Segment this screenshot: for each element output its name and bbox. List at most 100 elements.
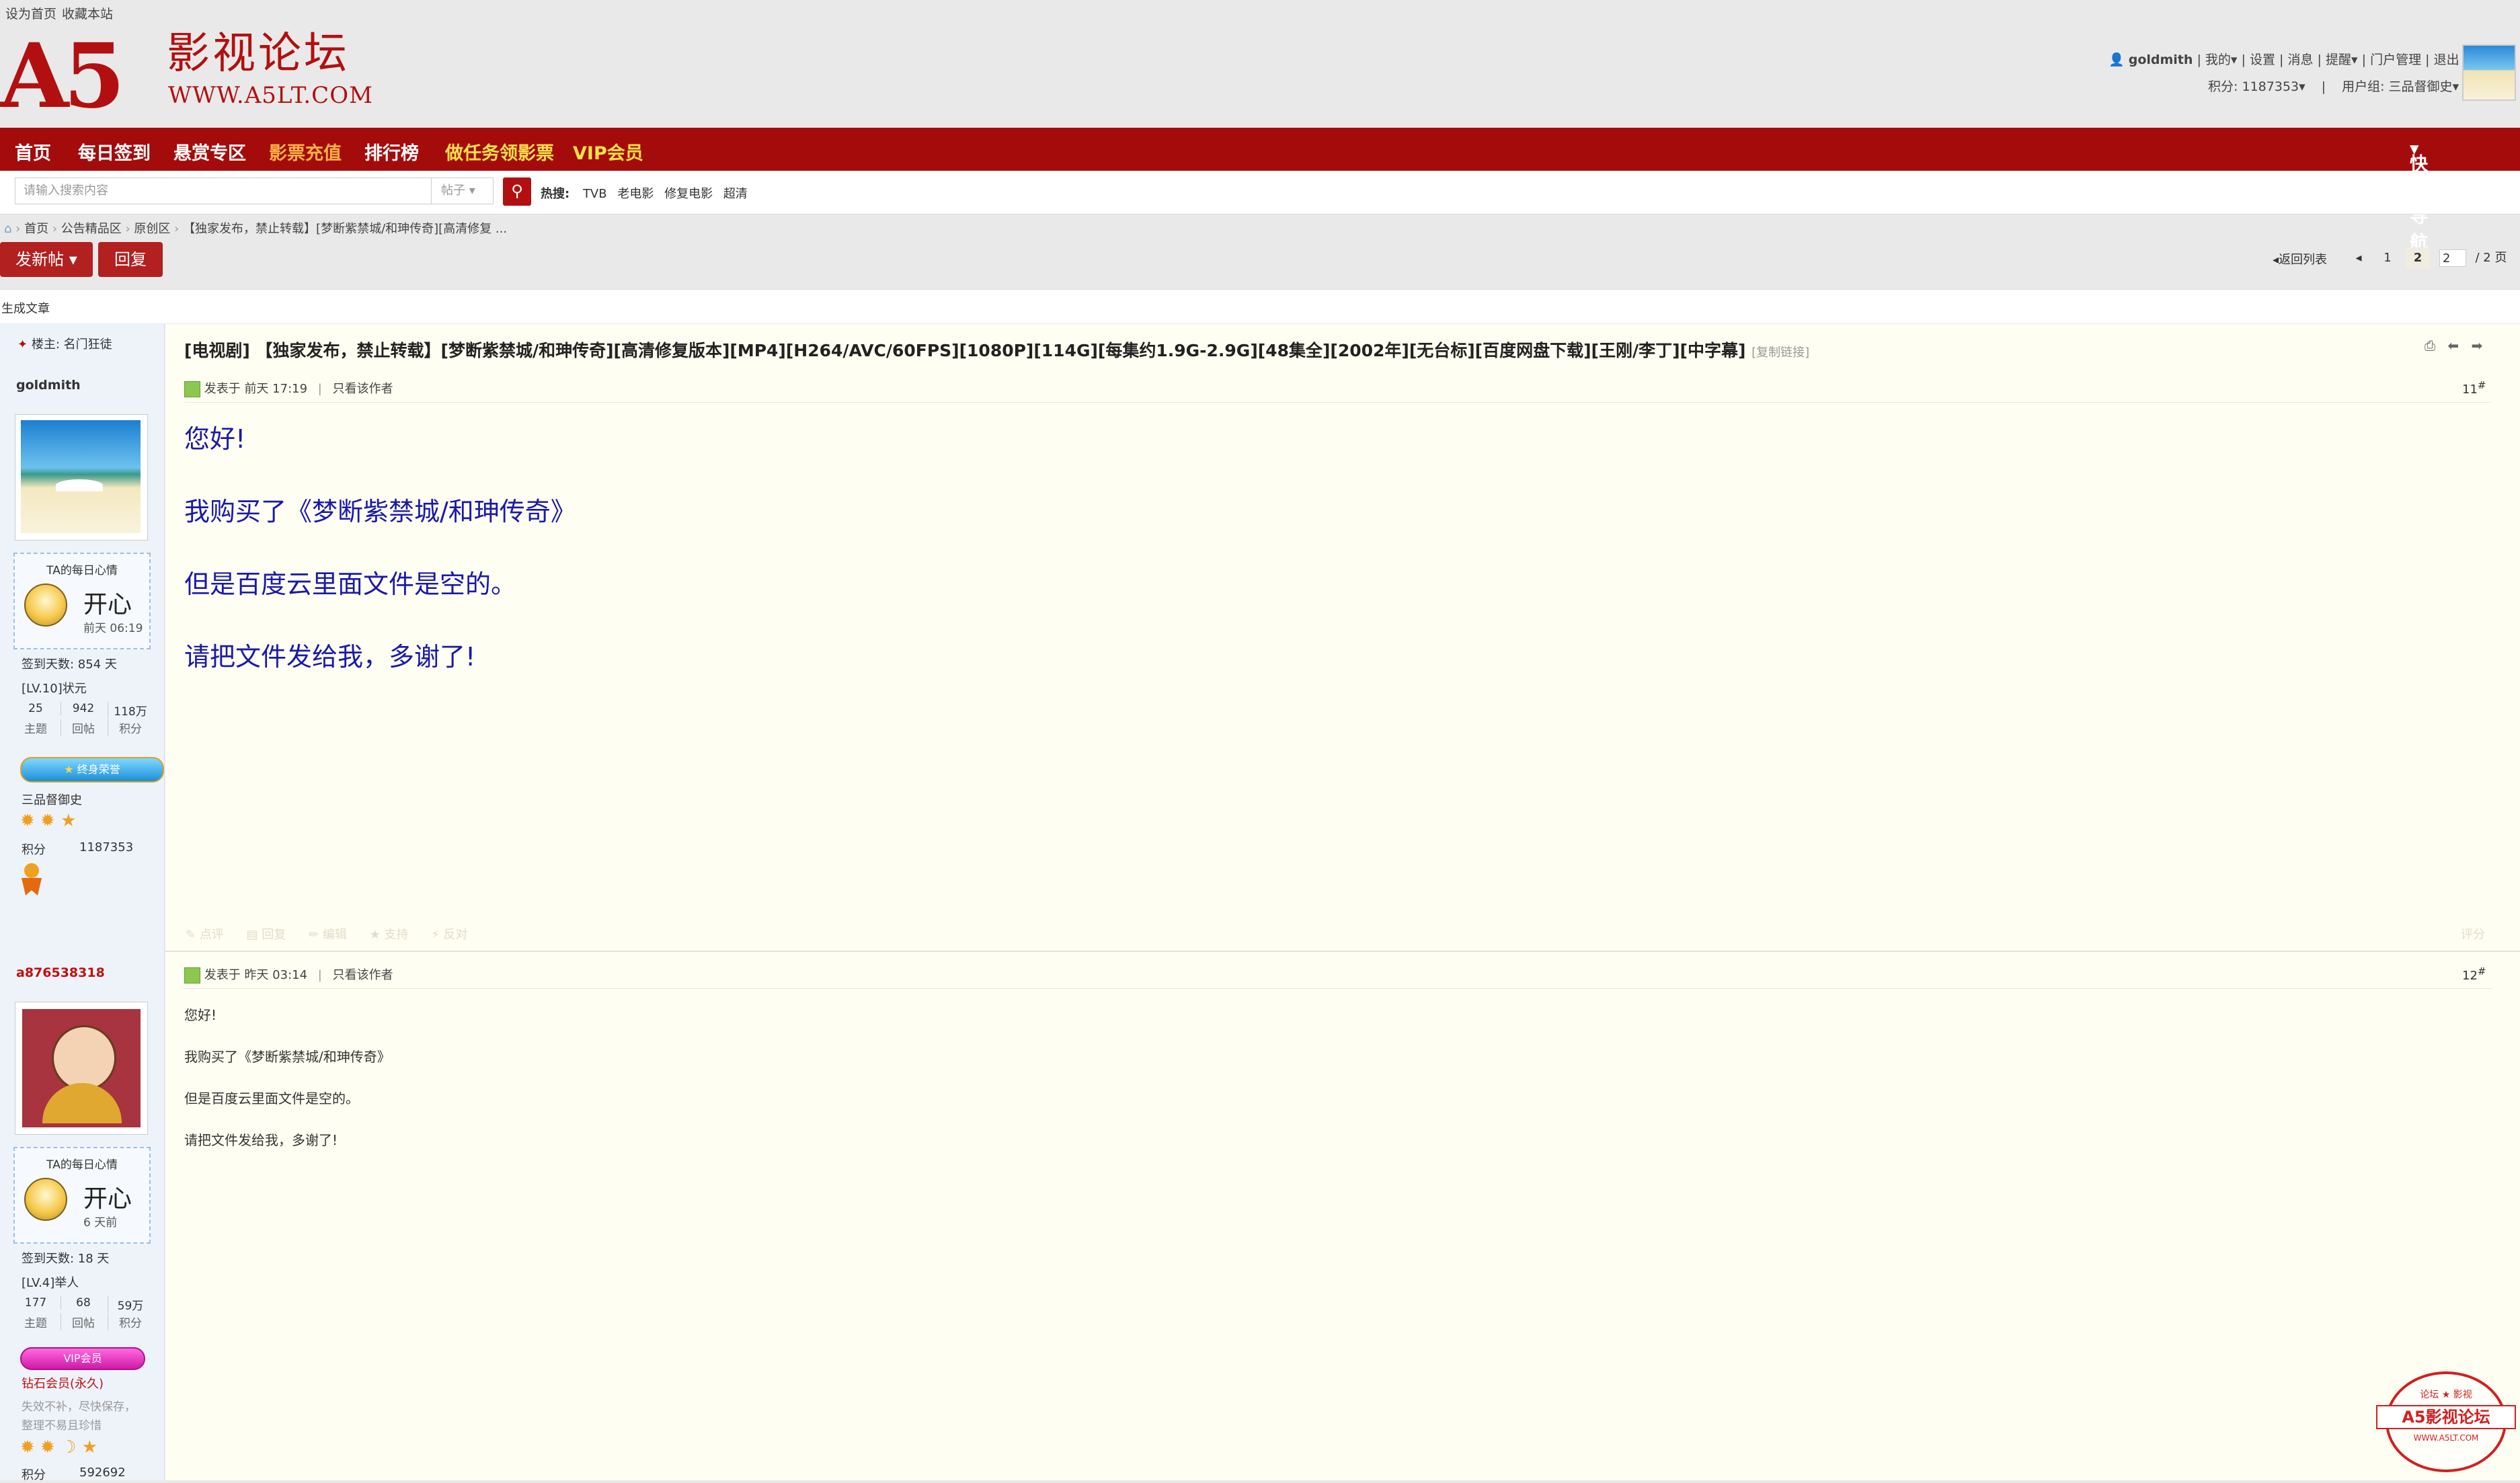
chevron-down-icon: ▾ bbox=[2299, 79, 2306, 94]
generate-article-link[interactable]: 生成文章 bbox=[1, 299, 50, 317]
mood-time: 前天 06:19 bbox=[83, 622, 143, 635]
username-link[interactable]: goldmith bbox=[2129, 52, 2193, 67]
stat-points[interactable]: 118万 bbox=[108, 702, 153, 719]
nav-item-vip[interactable]: VIP会员 bbox=[573, 138, 643, 165]
page-total: / 2 页 bbox=[2475, 251, 2507, 265]
print-icon[interactable]: ⎙ bbox=[2425, 337, 2435, 354]
nav-item-checkin[interactable]: 每日签到 bbox=[78, 138, 151, 165]
search-input[interactable]: 请输入搜索内容 bbox=[15, 177, 432, 204]
honor-badge: ★ 终身荣誉 bbox=[20, 757, 164, 783]
back-to-list-link[interactable]: ◂返回列表 bbox=[2273, 250, 2327, 268]
thread-owner: ✦ 楼主: 名门狂徒 bbox=[17, 337, 112, 352]
hot-search-item[interactable]: TVB bbox=[583, 187, 607, 201]
only-author-link[interactable]: 只看该作者 bbox=[333, 382, 393, 396]
top-utility-bar: 设为首页 收藏本站 bbox=[0, 0, 2520, 24]
stat-points[interactable]: 59万 bbox=[108, 1296, 153, 1313]
search-type-select[interactable]: 帖子 ▾ bbox=[432, 177, 494, 204]
post-floor-number[interactable]: 12# bbox=[2462, 965, 2486, 983]
breadcrumb-item[interactable]: 【独家发布，禁止转载】[梦断紫禁城/和珅传奇][高清修复 ... bbox=[183, 222, 507, 236]
logout-link[interactable]: 退出 bbox=[2434, 52, 2459, 67]
user-note: 整理不易且珍惜 bbox=[22, 1419, 102, 1433]
reply-button[interactable]: 回复 bbox=[98, 242, 163, 277]
support-action[interactable]: ★ 支持 bbox=[370, 928, 409, 942]
vip-badge: VIP会员 bbox=[20, 1347, 145, 1370]
nav-item-ticket-recharge[interactable]: 影票充值 bbox=[269, 138, 342, 165]
new-post-button[interactable]: 发新帖 ▾ bbox=[0, 242, 93, 277]
stat-threads[interactable]: 25 bbox=[13, 702, 58, 715]
remind-menu[interactable]: 提醒 bbox=[2326, 52, 2351, 67]
user-panel: 👤 goldmith | 我的▾ | 设置 | 消息 | 提醒▾ | 门户管理 … bbox=[2109, 52, 2459, 67]
portal-admin-link[interactable]: 门户管理 bbox=[2370, 52, 2421, 67]
post-line: 请把文件发给我，多谢了! bbox=[184, 642, 476, 672]
post-author-name[interactable]: goldmith bbox=[16, 378, 81, 393]
bookmark-link[interactable]: 收藏本站 bbox=[62, 4, 113, 22]
messages-link[interactable]: 消息 bbox=[2287, 52, 2313, 67]
settings-link[interactable]: 设置 bbox=[2250, 52, 2275, 67]
thread-title: [电视剧] 【独家发布，禁止转载】[梦断紫禁城/和珅传奇][高清修复版本][MP… bbox=[184, 341, 1810, 360]
site-logo[interactable]: A5 影视论坛 WWW.A5LT.COM bbox=[0, 27, 372, 121]
post-meta: 发表于 昨天 03:14 | 只看该作者 bbox=[184, 965, 393, 984]
quick-nav-menu[interactable]: 快捷导航 ▾ bbox=[2410, 138, 2428, 253]
post-actions: ✎ 点评 ▤ 回复 ✏ 编辑 ★ 支持 ⚡ 反对 bbox=[186, 925, 468, 943]
chevron-down-icon: ▾ bbox=[2351, 52, 2358, 67]
only-author-link[interactable]: 只看该作者 bbox=[333, 968, 393, 982]
post-author-name[interactable]: a876538318 bbox=[16, 965, 105, 980]
user-level: [LV.10]状元 bbox=[22, 682, 87, 696]
medal-icon[interactable] bbox=[22, 863, 42, 897]
my-menu[interactable]: 我的 bbox=[2205, 52, 2231, 67]
oppose-action[interactable]: ⚡ 反对 bbox=[431, 928, 467, 942]
stat-threads-label: 主题 bbox=[24, 1317, 47, 1330]
daily-mood-box: TA的每日心情 开心 前天 06:19 bbox=[13, 553, 151, 649]
edit-action[interactable]: ✏ 编辑 bbox=[309, 928, 347, 942]
reply-action[interactable]: ▤ 回复 bbox=[247, 928, 286, 942]
page-jump-input[interactable]: 2 bbox=[2439, 249, 2466, 267]
post-line: 但是百度云里面文件是空的。 bbox=[184, 1090, 359, 1107]
nav-item-bounty[interactable]: 悬赏专区 bbox=[173, 138, 246, 165]
search-button[interactable]: ⚲ bbox=[503, 177, 531, 206]
next-thread-icon[interactable]: ➡ bbox=[2471, 337, 2482, 354]
nav-item-tasks[interactable]: 做任务领影票 bbox=[445, 138, 554, 165]
stat-replies-label: 回帖 bbox=[61, 1314, 106, 1330]
nav-item-home[interactable]: 首页 bbox=[15, 138, 51, 165]
prev-page-icon[interactable]: ◂ bbox=[2349, 247, 2368, 269]
user-points-menu[interactable]: 积分: 1187353 bbox=[2208, 79, 2299, 94]
user-note: 失效不补，尽快保存， bbox=[22, 1400, 136, 1414]
nav-item-ranking[interactable]: 排行榜 bbox=[364, 138, 419, 165]
main-nav: 首页 每日签到 悬赏专区 影票充值 排行榜 做任务领影票 VIP会员 快捷导航 … bbox=[0, 128, 2520, 253]
user-group-menu[interactable]: 用户组: 三品督御史 bbox=[2342, 79, 2452, 94]
stat-replies-label: 回帖 bbox=[61, 719, 106, 736]
prev-thread-icon[interactable]: ⬅ bbox=[2447, 337, 2459, 354]
user-avatar[interactable] bbox=[2462, 44, 2516, 101]
breadcrumb-item[interactable]: 公告精品区 bbox=[61, 222, 122, 236]
hot-search-item[interactable]: 修复电影 bbox=[664, 187, 713, 201]
page-link-1[interactable]: 1 bbox=[2377, 247, 2398, 269]
copy-link[interactable]: [复制链接] bbox=[1751, 346, 1809, 360]
mood-title: TA的每日心情 bbox=[46, 1158, 118, 1172]
breadcrumb-item[interactable]: 原创区 bbox=[134, 222, 170, 236]
points-value: 592692 bbox=[79, 1466, 126, 1480]
stat-replies[interactable]: 68 bbox=[61, 1296, 106, 1310]
author-avatar[interactable] bbox=[15, 414, 148, 540]
stat-threads[interactable]: 177 bbox=[13, 1296, 58, 1310]
post-line: 我购买了《梦断紫禁城/和珅传奇》 bbox=[184, 497, 576, 526]
user-level: [LV.4]举人 bbox=[22, 1276, 79, 1290]
post-status-icon bbox=[184, 967, 200, 984]
home-icon[interactable]: ⌂ bbox=[4, 222, 11, 236]
hot-search-item[interactable]: 超清 bbox=[723, 187, 748, 201]
post-floor-number[interactable]: 11# bbox=[2462, 379, 2486, 397]
breadcrumb-item[interactable]: 首页 bbox=[24, 222, 48, 236]
medal-icon: ★ bbox=[64, 763, 74, 776]
sign-days: 签到天数: 18 天 bbox=[22, 1252, 110, 1266]
mood-value: 开心 bbox=[83, 591, 132, 618]
chevron-down-icon: ▾ bbox=[2452, 79, 2459, 94]
hot-search-item[interactable]: 老电影 bbox=[617, 187, 654, 201]
stat-replies[interactable]: 942 bbox=[61, 702, 106, 715]
hot-searches: 热搜: TVB 老电影 修复电影 超清 bbox=[541, 184, 748, 202]
author-avatar[interactable] bbox=[15, 1002, 148, 1135]
comment-action[interactable]: ✎ 点评 bbox=[186, 928, 224, 942]
post-line: 您好! bbox=[184, 1007, 217, 1023]
rate-action[interactable]: 评分 bbox=[2461, 925, 2485, 943]
set-home-link[interactable]: 设为首页 bbox=[5, 4, 56, 22]
post-line: 我购买了《梦断紫禁城/和珅传奇》 bbox=[184, 1049, 391, 1065]
level-stars-icon: ✹ ✹ ★ bbox=[20, 811, 77, 831]
